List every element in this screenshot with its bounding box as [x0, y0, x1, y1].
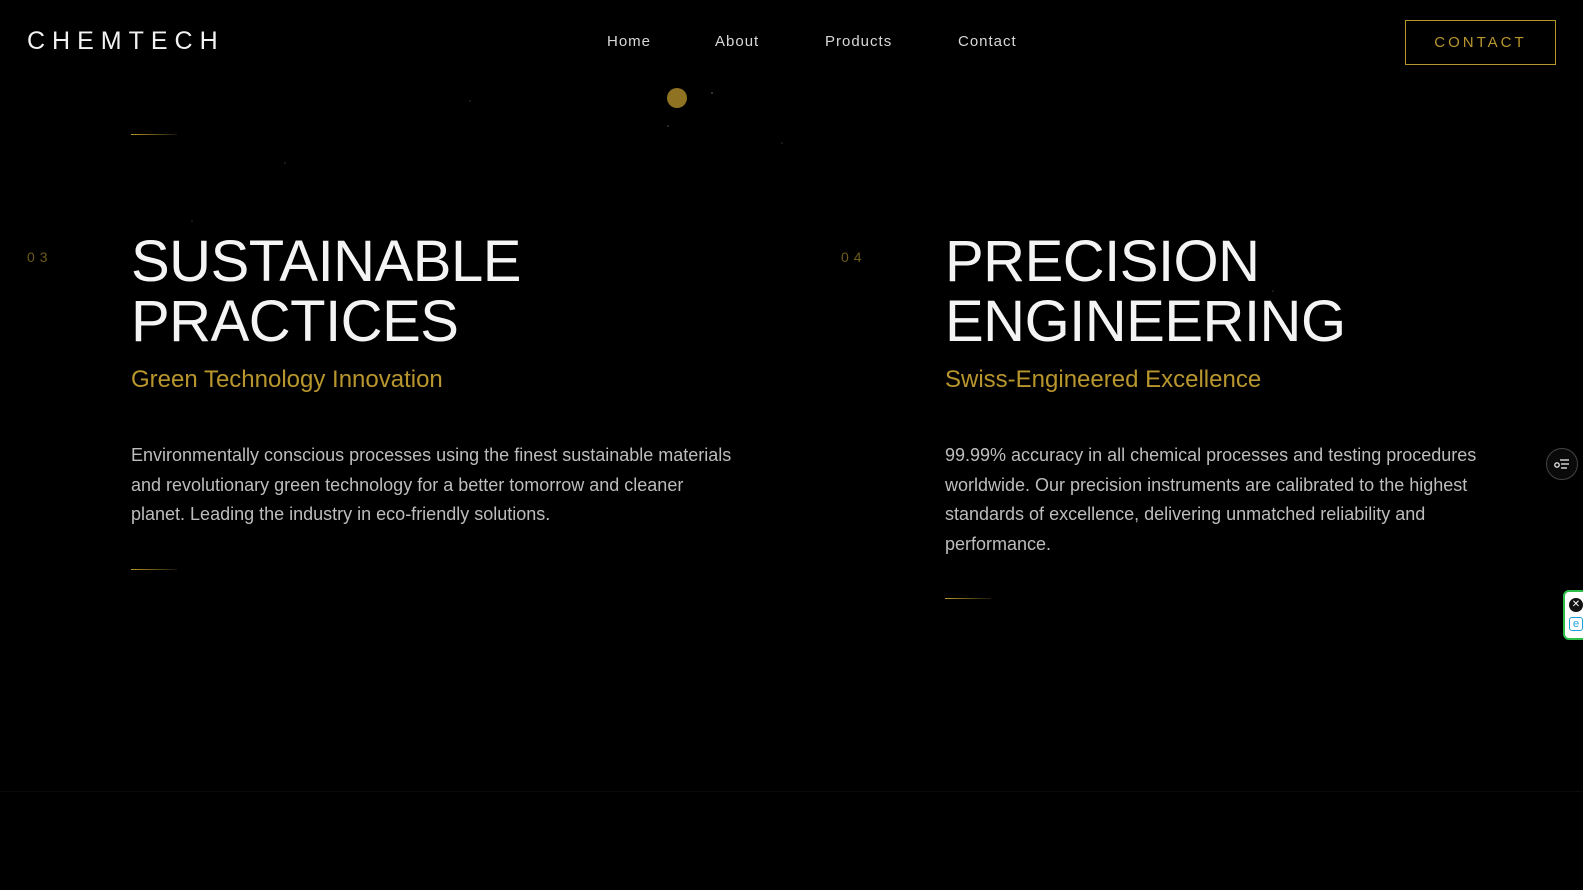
- particle: [191, 220, 193, 222]
- feature-title: PRECISION ENGINEERING: [945, 232, 1346, 352]
- feature-divider-line: [131, 569, 177, 570]
- feature-description: Environmentally conscious processes usin…: [131, 445, 732, 524]
- section-bottom-divider: [0, 791, 1583, 792]
- feature-description: 99.99% accuracy in all chemical processe…: [945, 445, 1477, 554]
- feature-divider-line: [945, 598, 991, 599]
- feature-subtitle: Green Technology Innovation: [131, 366, 443, 393]
- feature-subtitle: Swiss-Engineered Excellence: [945, 366, 1262, 393]
- nav-link-contact[interactable]: Contact: [958, 33, 1017, 50]
- nav-link-products[interactable]: Products: [825, 33, 892, 50]
- section-divider-line: [131, 134, 177, 135]
- extension-widget: ✕ e: [1563, 590, 1583, 640]
- particle: [284, 162, 286, 164]
- extension-logo-icon[interactable]: e: [1569, 617, 1583, 631]
- nav-link-about[interactable]: About: [715, 33, 759, 50]
- close-icon[interactable]: ✕: [1569, 598, 1583, 612]
- filter-list-button[interactable]: [1546, 448, 1578, 480]
- feature-title-line: PRACTICES: [131, 289, 459, 354]
- main-nav: Home About Products Contact: [0, 33, 1583, 53]
- particle: [469, 100, 471, 102]
- feature-title-line: SUSTAINABLE: [131, 229, 521, 294]
- particle: [781, 142, 783, 144]
- feature-title-line: ENGINEERING: [945, 289, 1346, 354]
- page: CHEMTECH Home About Products Contact CON…: [0, 0, 1583, 890]
- feature-index: 03: [27, 249, 53, 265]
- gold-orb: [667, 88, 687, 108]
- contact-cta-button[interactable]: CONTACT: [1405, 20, 1556, 65]
- feature-title: SUSTAINABLE PRACTICES: [131, 232, 521, 352]
- particle: [667, 125, 669, 127]
- feature-index: 04: [841, 249, 867, 265]
- nav-link-home[interactable]: Home: [607, 33, 651, 50]
- filter-list-icon: [1554, 459, 1569, 469]
- particle: [711, 92, 713, 94]
- feature-title-line: PRECISION: [945, 229, 1260, 294]
